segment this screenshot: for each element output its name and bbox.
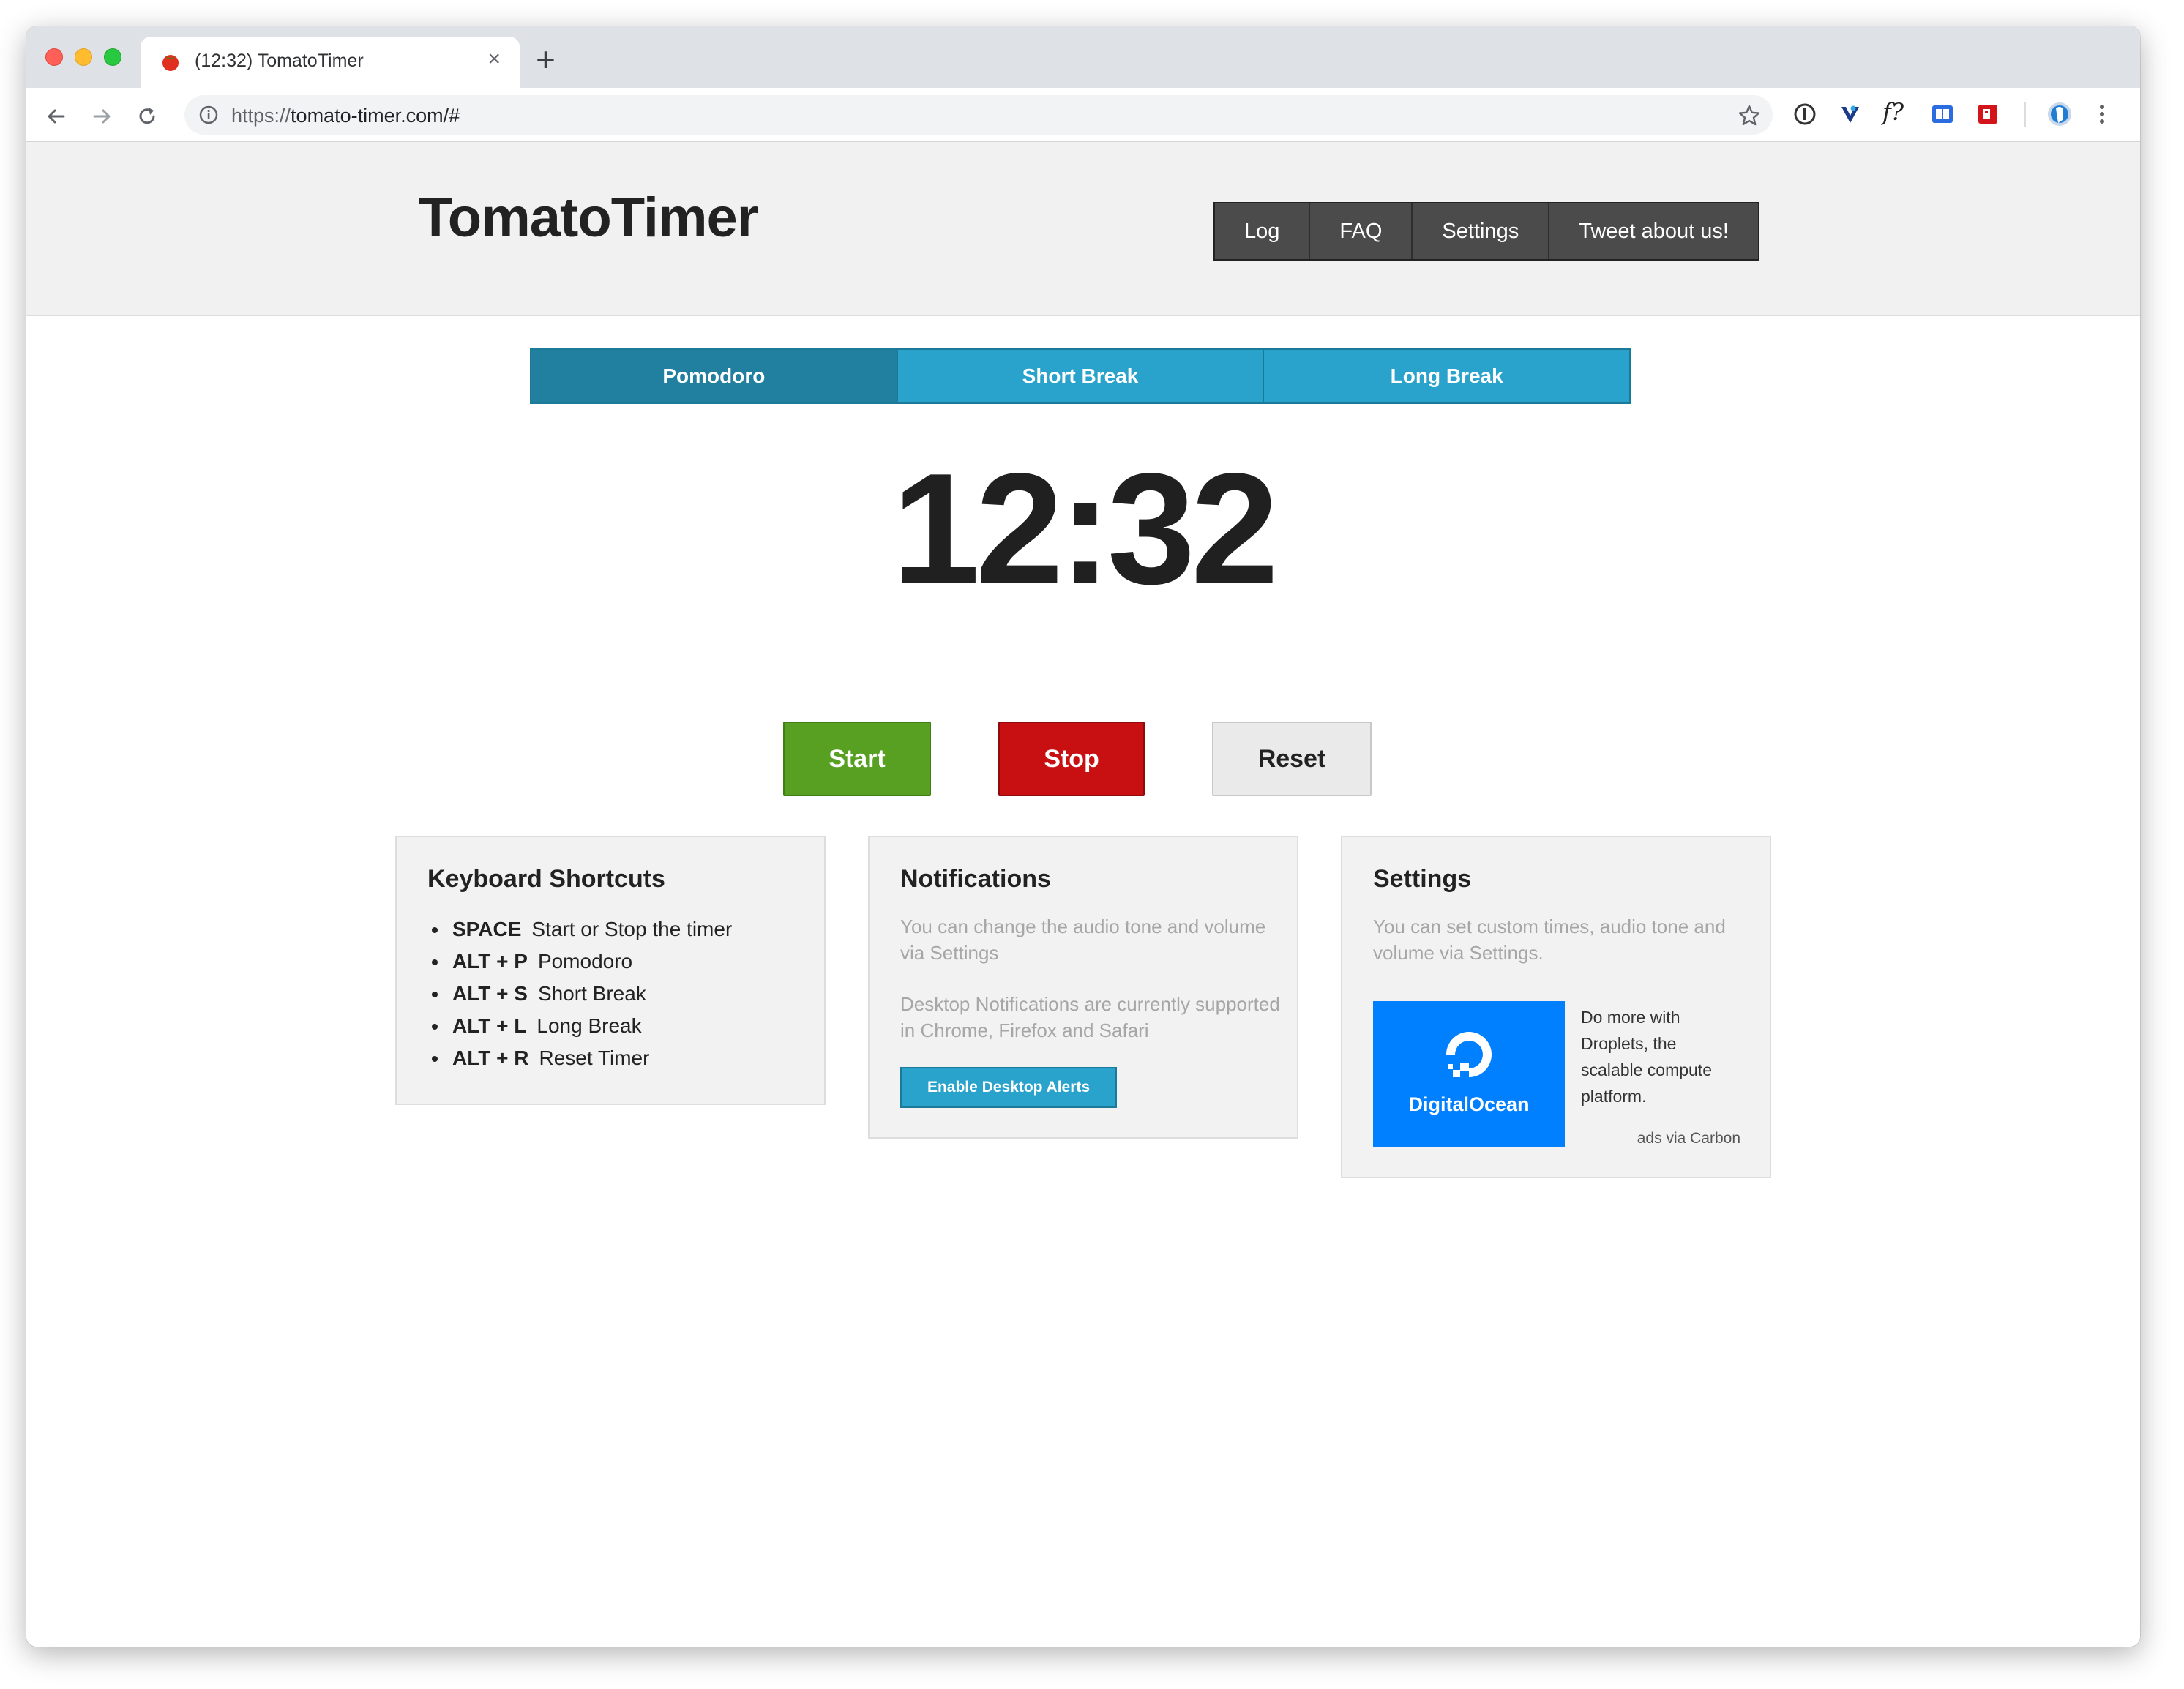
top-nav: Log FAQ Settings Tweet about us! <box>1213 202 1759 261</box>
nav-log[interactable]: Log <box>1215 203 1311 259</box>
browser-toolbar: https://tomato-timer.com/# f? <box>26 88 2140 142</box>
shortcut-action: Reset Timer <box>539 1046 650 1069</box>
shortcut-action: Pomodoro <box>537 950 633 973</box>
tab-strip: (12:32) TomatoTimer × + <box>26 26 2140 88</box>
tab-long-break[interactable]: Long Break <box>1264 350 1630 402</box>
settings-title: Settings <box>1373 865 1472 893</box>
ads-via-carbon-link[interactable]: ads via Carbon <box>1637 1130 1740 1147</box>
shortcut-key: ALT + R <box>452 1046 529 1069</box>
list-item: ALT + P Pomodoro <box>427 945 732 978</box>
enable-desktop-alerts-button[interactable]: Enable Desktop Alerts <box>900 1067 1117 1108</box>
site-header: TomatoTimer Log FAQ Settings Tweet about… <box>26 142 2140 316</box>
desktop-notifications-text: Desktop Notifications are currently supp… <box>900 993 1280 1041</box>
close-window-button[interactable] <box>45 48 63 66</box>
new-tab-button[interactable]: + <box>536 42 556 76</box>
shortcut-list: SPACE Start or Stop the timer ALT + P Pomo… <box>427 913 732 1074</box>
browser-tab[interactable]: (12:32) TomatoTimer × <box>141 37 520 88</box>
list-item: ALT + L Long Break <box>427 1010 732 1042</box>
tab-short-break[interactable]: Short Break <box>897 350 1265 402</box>
mode-tabs: Pomodoro Short Break Long Break <box>530 348 1631 404</box>
shortcut-key: SPACE <box>452 918 522 940</box>
info-icon[interactable] <box>199 105 218 124</box>
tab-pomodoro[interactable]: Pomodoro <box>531 350 898 402</box>
reset-button[interactable]: Reset <box>1212 722 1372 796</box>
digitalocean-logo-icon <box>1446 1032 1492 1077</box>
timer-display: 12:32 <box>891 440 1279 617</box>
nav-faq[interactable]: FAQ <box>1310 203 1413 259</box>
vivaldi-extension-icon[interactable] <box>1837 101 1863 127</box>
nav-tweet[interactable]: Tweet about us! <box>1549 203 1758 259</box>
url-text[interactable]: https://tomato-timer.com/# <box>231 105 460 127</box>
list-item: ALT + R Reset Timer <box>427 1042 732 1074</box>
shortcut-key: ALT + P <box>452 950 528 973</box>
bookmark-star-icon[interactable] <box>1738 104 1761 127</box>
shortcut-action: Start or Stop the timer <box>531 918 733 940</box>
maximize-window-button[interactable] <box>104 48 121 66</box>
notifications-title: Notifications <box>900 865 1051 893</box>
font-finder-icon[interactable]: f? <box>1882 98 1909 126</box>
address-bar[interactable]: https://tomato-timer.com/# <box>184 95 1773 135</box>
stop-button[interactable]: Stop <box>998 722 1145 796</box>
keyboard-shortcuts-card: Keyboard Shortcuts SPACE Start or Stop th… <box>395 836 826 1105</box>
tab-title: (12:32) TomatoTimer <box>195 50 364 71</box>
password-manager-icon[interactable] <box>1792 101 1818 127</box>
shortcut-key: ALT + L <box>452 1014 527 1037</box>
reader-extension-icon[interactable] <box>1929 101 1956 127</box>
toolbar-divider <box>2024 102 2026 127</box>
ad-image[interactable]: DigitalOcean <box>1373 1001 1565 1147</box>
url-host: tomato-timer.com/# <box>291 105 460 127</box>
profile-avatar-icon[interactable] <box>2046 101 2073 127</box>
list-item: ALT + S Short Break <box>427 978 732 1010</box>
more-menu-icon[interactable] <box>2089 101 2115 127</box>
shortcut-action: Long Break <box>536 1014 642 1037</box>
list-item: SPACE Start or Stop the timer <box>427 913 732 945</box>
shortcut-key: ALT + S <box>452 982 528 1005</box>
minimize-window-button[interactable] <box>75 48 92 66</box>
nav-settings[interactable]: Settings <box>1413 203 1550 259</box>
settings-text: You can set custom times, audio tone and… <box>1373 915 1726 964</box>
notifications-text: You can change the audio tone and volume… <box>900 915 1266 964</box>
back-arrow-icon[interactable] <box>44 104 69 129</box>
shortcut-action: Short Break <box>537 982 646 1005</box>
settings-card: Settings You can set custom times, audio… <box>1341 836 1771 1178</box>
pdf-extension-icon[interactable] <box>1975 101 2001 127</box>
url-scheme: https:// <box>231 105 291 127</box>
browser-window: (12:32) TomatoTimer × + https://tomato-t… <box>26 26 2140 1647</box>
tomato-icon <box>162 55 179 71</box>
reload-icon[interactable] <box>135 104 160 129</box>
ad-brand: DigitalOcean <box>1408 1093 1530 1115</box>
site-logo[interactable]: TomatoTimer <box>419 186 758 250</box>
forward-arrow-icon[interactable] <box>89 104 114 129</box>
ad-text[interactable]: Do more with Droplets, the scalable comp… <box>1581 1004 1742 1109</box>
close-tab-icon[interactable]: × <box>487 48 501 70</box>
page-content: TomatoTimer Log FAQ Settings Tweet about… <box>26 142 2140 1647</box>
keyboard-shortcuts-title: Keyboard Shortcuts <box>427 865 665 893</box>
notifications-card: Notifications You can change the audio t… <box>868 836 1298 1139</box>
start-button[interactable]: Start <box>783 722 931 796</box>
